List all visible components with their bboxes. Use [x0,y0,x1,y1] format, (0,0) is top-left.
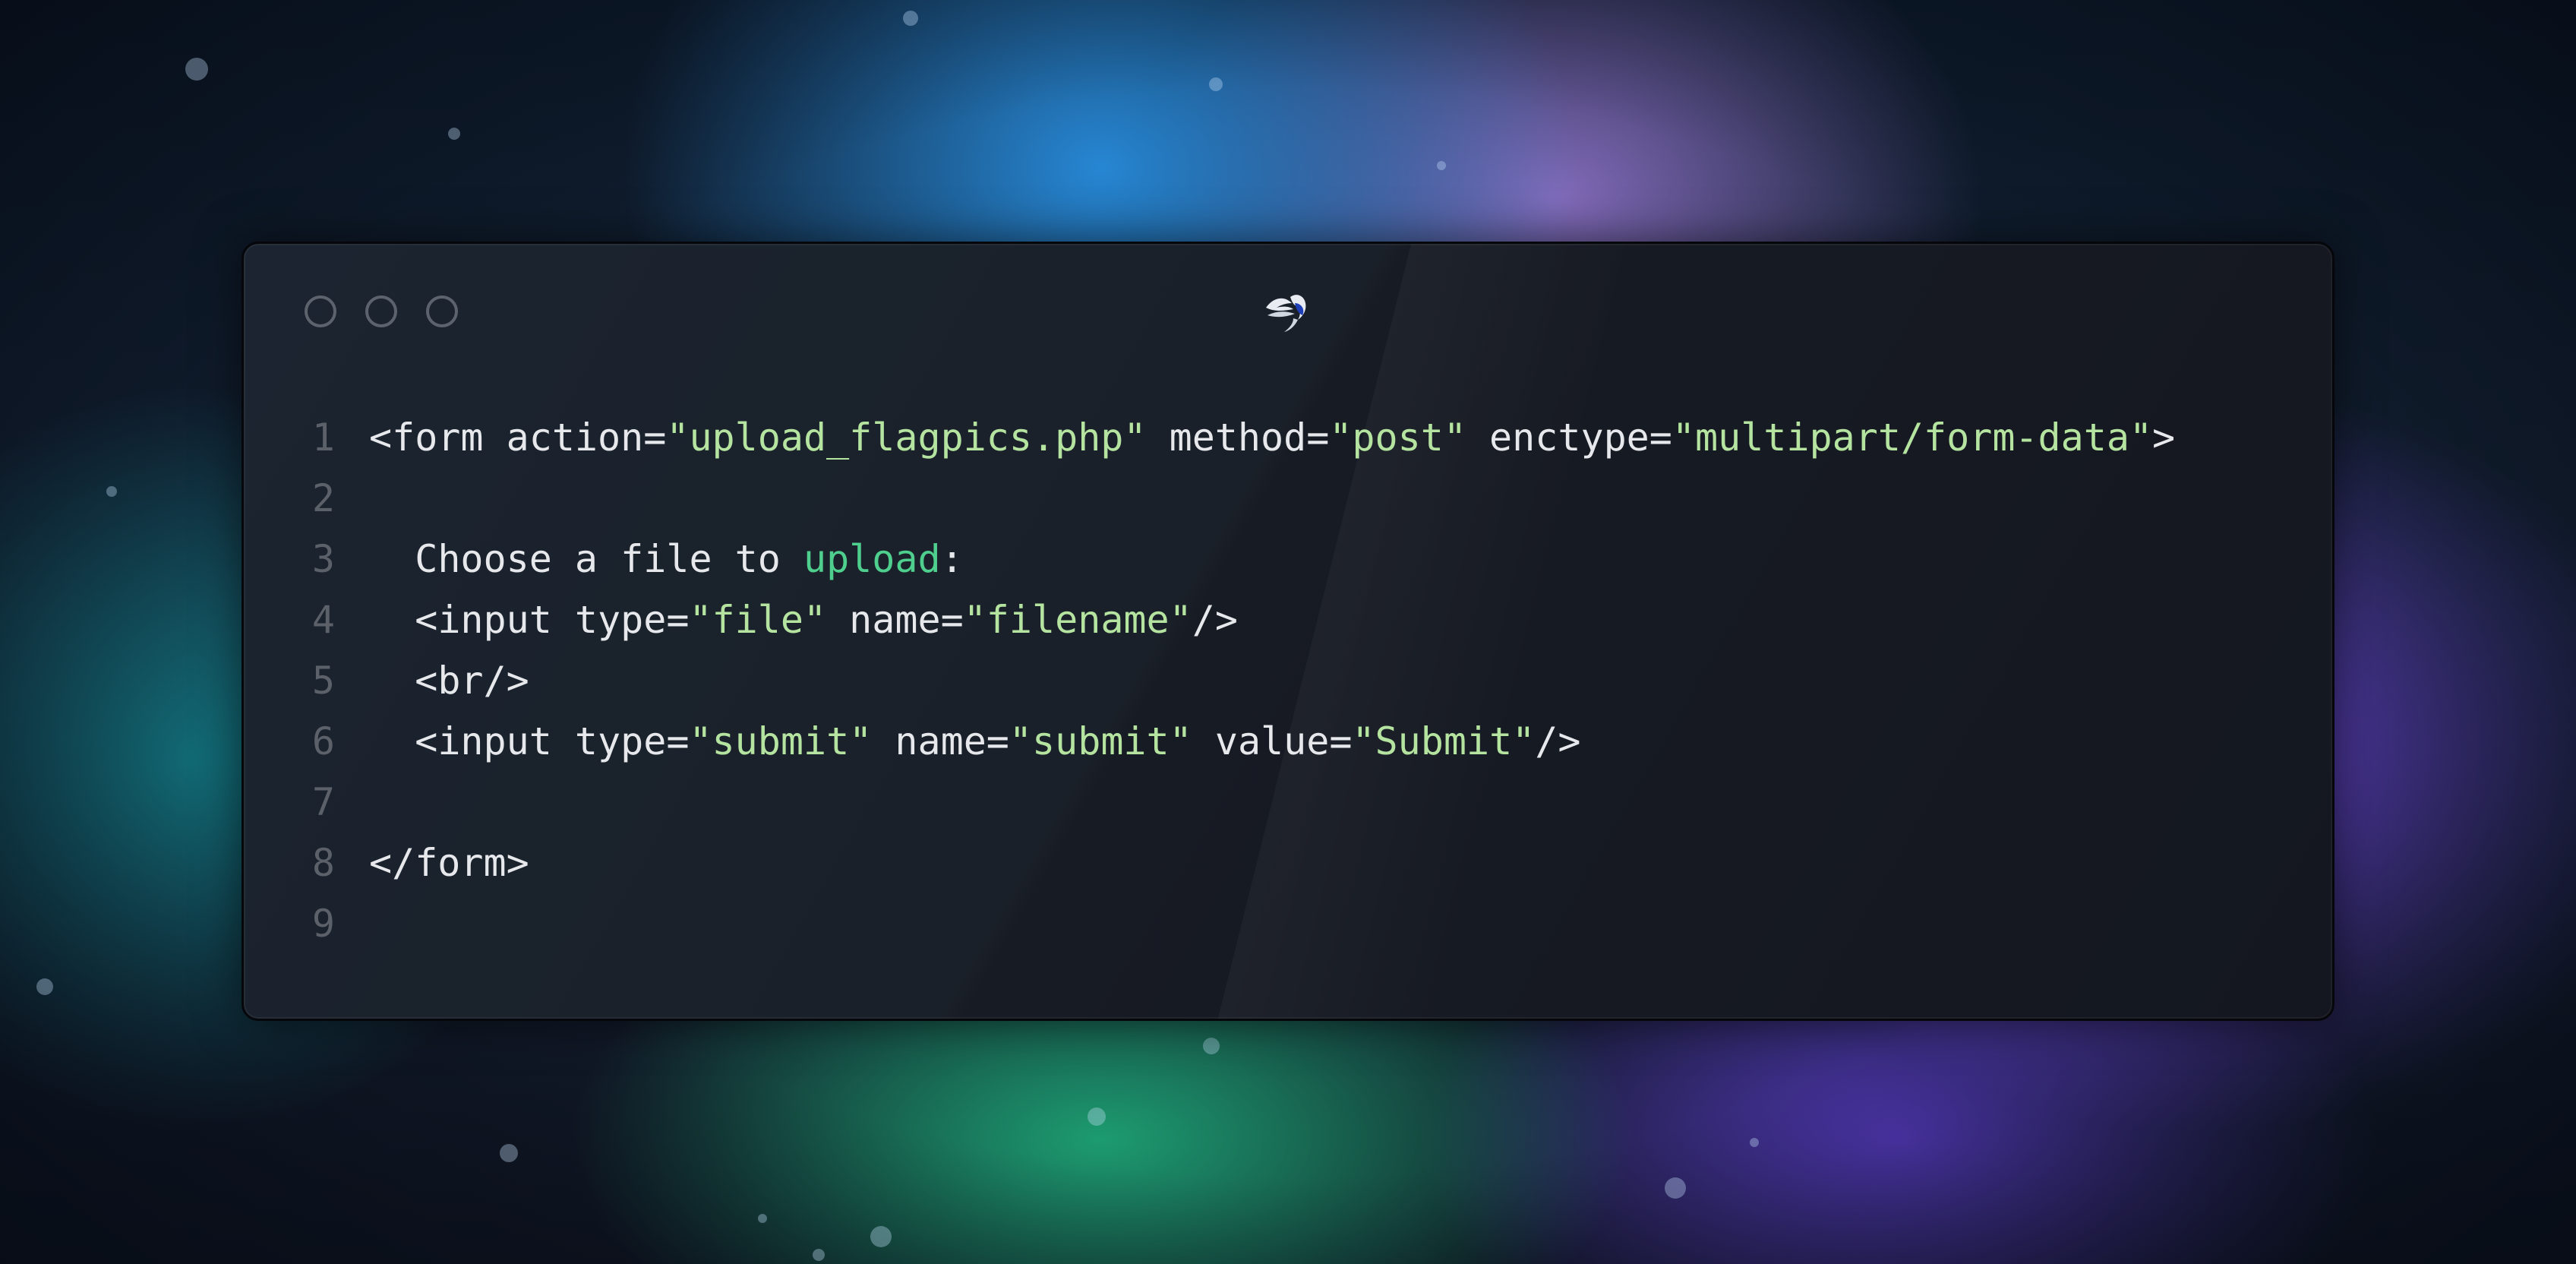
code-line[interactable]: 1 <form action="upload_flagpics.php" meth… [244,407,2332,468]
code-line[interactable]: 6 <input type="submit" name="submit" val… [244,711,2332,772]
code-token: /> [1192,598,1238,642]
code-token: Choose a file to [415,537,803,581]
code-token: value= [1192,719,1353,763]
code-token: name= [872,719,1009,763]
code-editor[interactable]: 1 <form action="upload_flagpics.php" meth… [244,407,2332,954]
code-line[interactable]: 4 <input type="file" name="filename"/> [244,589,2332,650]
code-line[interactable]: 9 [244,893,2332,954]
bokeh-dot [500,1144,518,1162]
code-window: 1 <form action="upload_flagpics.php" meth… [242,242,2334,1021]
bokeh-dot [813,1249,825,1261]
bokeh-dot [1750,1138,1759,1147]
string-token: "submit" [689,719,873,763]
line-number: 3 [311,537,335,581]
code-line[interactable]: 2 [244,468,2332,529]
line-number: 2 [311,476,335,520]
string-token: "upload_flagpics.php" [666,416,1147,460]
line-number: 9 [311,902,335,946]
line-number: 4 [311,598,335,642]
bokeh-dot [106,486,117,497]
code-line[interactable]: 8 </form> [244,833,2332,893]
code-token: <input type= [415,598,690,642]
string-token: "Submit" [1352,719,1536,763]
code-line[interactable]: 5 <br/> [244,650,2332,711]
window-minimize-button[interactable] [365,295,397,327]
code-token: <br/> [415,659,529,703]
code-text: <input type="submit" name="submit" value… [369,711,1581,772]
code-token: /> [1535,719,1581,763]
keyword-token: upload [803,537,941,581]
code-token: </form> [369,841,529,885]
bokeh-dot [448,128,460,140]
string-token: "submit" [1009,719,1192,763]
string-token: "filename" [963,598,1192,642]
bokeh-dot [903,11,918,26]
line-number: 1 [311,416,335,460]
window-close-button[interactable] [305,295,336,327]
string-token: "post" [1329,416,1466,460]
code-text: <br/> [369,650,529,711]
bokeh-dot [1088,1108,1106,1126]
code-token: : [940,537,964,581]
code-token: enctype= [1466,416,1672,460]
bokeh-dot [1203,1038,1220,1054]
bokeh-dot [758,1214,767,1223]
code-token: <form action= [369,416,667,460]
code-token: <input type= [415,719,690,763]
code-token: > [2152,416,2176,460]
bokeh-dot [1665,1177,1686,1199]
bokeh-dot [185,58,208,81]
code-token: method= [1146,416,1330,460]
line-number: 8 [311,841,335,885]
code-text: </form> [369,833,529,893]
code-line[interactable]: 7 [244,772,2332,833]
code-text: Choose a file to upload: [369,529,964,589]
code-text: <input type="file" name="filename"/> [369,589,1238,650]
code-token: name= [826,598,964,642]
bird-logo-icon [1266,295,1306,332]
bokeh-dot [1437,161,1446,170]
line-number: 7 [311,780,335,824]
string-token: "file" [689,598,827,642]
window-maximize-button[interactable] [426,295,458,327]
line-number: 5 [311,659,335,703]
bokeh-dot [870,1226,892,1247]
string-token: "multipart/form-data" [1672,416,2153,460]
code-text: <form action="upload_flagpics.php" metho… [369,407,2175,468]
bokeh-dot [36,978,53,995]
line-number: 6 [311,719,335,763]
code-line[interactable]: 3 Choose a file to upload: [244,529,2332,589]
bokeh-dot [1209,77,1223,91]
